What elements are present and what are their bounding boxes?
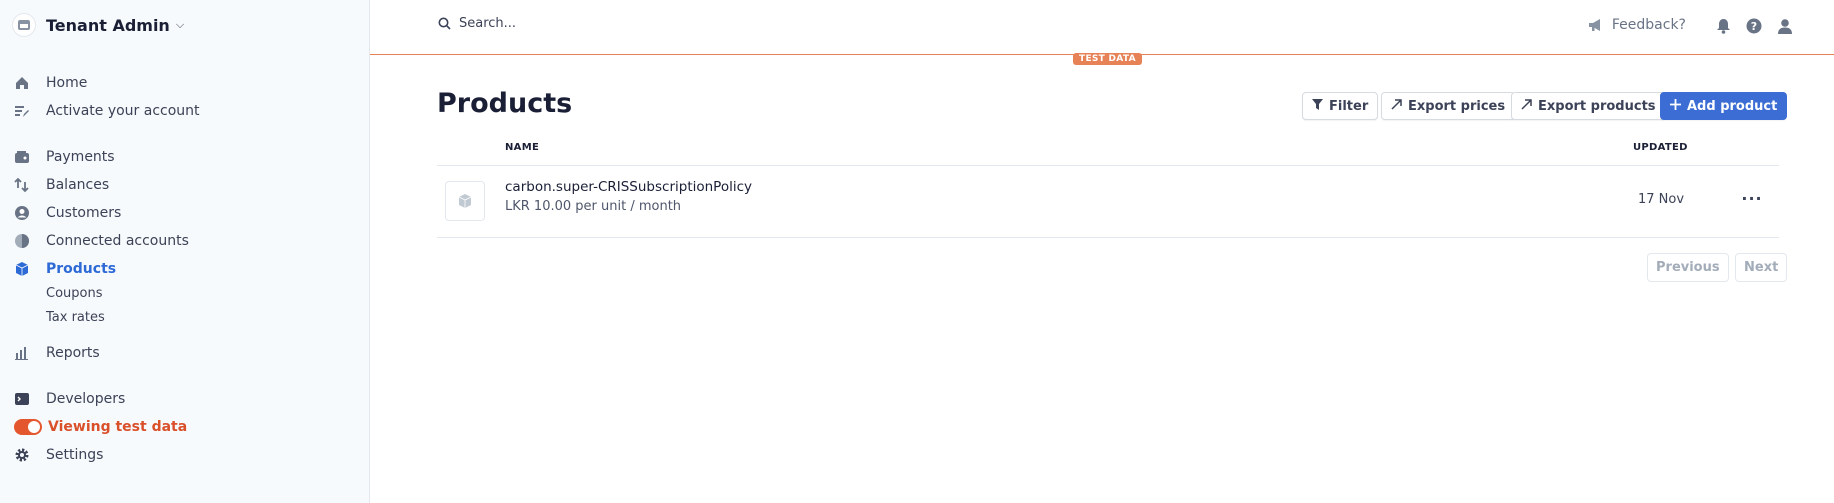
filter-icon: [1312, 99, 1323, 113]
column-header-name[interactable]: NAME: [505, 142, 539, 153]
sidebar-item-coupons[interactable]: Coupons: [46, 286, 103, 301]
top-bar: Feedback? ?: [370, 0, 1834, 55]
product-updated: 17 Nov: [1638, 192, 1685, 207]
sidebar-item-label: Viewing test data: [48, 419, 188, 435]
sidebar-item-label: Connected accounts: [46, 233, 189, 249]
column-header-updated[interactable]: UPDATED: [1633, 142, 1688, 153]
sidebar-item-label: Payments: [46, 149, 115, 165]
sidebar: Tenant Admin ⌵ Home Activate your accoun…: [0, 0, 370, 503]
next-page-button[interactable]: Next: [1735, 253, 1788, 282]
sidebar-item-label: Home: [46, 75, 88, 91]
filter-label: Filter: [1329, 98, 1369, 114]
box-icon: [458, 194, 472, 208]
sidebar-item-label: Settings: [46, 447, 104, 463]
user-profile-icon[interactable]: [1776, 17, 1794, 35]
account-switcher[interactable]: Tenant Admin ⌵: [12, 12, 184, 38]
sidebar-item-products[interactable]: Products: [14, 258, 116, 280]
add-product-label: Add product: [1687, 98, 1778, 114]
arrows-up-down-icon: [14, 177, 30, 193]
toggle-switch-icon: [14, 419, 42, 435]
sidebar-item-label: Products: [46, 261, 117, 277]
table-divider: [437, 237, 1779, 238]
export-prices-button[interactable]: Export prices: [1381, 92, 1516, 120]
sidebar-item-label: Activate your account: [46, 103, 200, 119]
sidebar-item-connected-accounts[interactable]: Connected accounts: [14, 230, 189, 252]
sidebar-item-label: Balances: [46, 177, 110, 193]
table-row[interactable]: carbon.super-CRISSubscriptionPolicy LKR …: [437, 166, 1779, 237]
arrow-up-right-icon: [1521, 99, 1532, 113]
sidebar-item-label: Developers: [46, 391, 126, 407]
notifications-bell-icon[interactable]: [1714, 17, 1732, 35]
sidebar-item-customers[interactable]: Customers: [14, 202, 121, 224]
user-circle-icon: [14, 205, 30, 221]
export-prices-label: Export prices: [1408, 98, 1506, 114]
page-title: Products: [437, 88, 573, 119]
export-products-label: Export products: [1538, 98, 1656, 114]
chevron-down-icon: ⌵: [175, 18, 185, 31]
arrow-up-right-icon: [1391, 99, 1402, 113]
export-products-button[interactable]: Export products: [1511, 92, 1666, 120]
edit-list-icon: [14, 103, 30, 119]
search-box[interactable]: [438, 16, 759, 31]
sidebar-item-home[interactable]: Home: [14, 72, 87, 94]
bar-chart-icon: [14, 345, 30, 361]
globe-icon: [14, 233, 30, 249]
box-icon: [14, 261, 30, 277]
product-image-placeholder: [445, 181, 485, 221]
test-data-badge: TEST DATA: [1073, 53, 1142, 65]
search-icon: [438, 17, 451, 30]
help-icon[interactable]: ?: [1745, 17, 1763, 35]
feedback-button[interactable]: Feedback?: [1588, 17, 1686, 33]
terminal-icon: [14, 391, 30, 407]
previous-page-button[interactable]: Previous: [1647, 253, 1729, 282]
sidebar-item-developers[interactable]: Developers: [14, 388, 125, 410]
gear-icon: [14, 447, 30, 463]
feedback-label: Feedback?: [1611, 17, 1686, 33]
wallet-icon: [14, 149, 30, 165]
home-icon: [14, 75, 30, 91]
megaphone-icon: [1588, 19, 1600, 31]
sidebar-item-balances[interactable]: Balances: [14, 174, 109, 196]
product-name[interactable]: carbon.super-CRISSubscriptionPolicy: [505, 179, 752, 195]
more-actions-icon[interactable]: ···: [1737, 187, 1767, 209]
filter-button[interactable]: Filter: [1302, 92, 1379, 120]
sidebar-item-reports[interactable]: Reports: [14, 342, 100, 364]
account-name: Tenant Admin: [46, 15, 170, 35]
svg-text:?: ?: [1751, 20, 1757, 33]
product-price: LKR 10.00 per unit / month: [505, 199, 682, 214]
test-data-toggle[interactable]: Viewing test data: [14, 416, 187, 438]
add-product-button[interactable]: Add product: [1660, 92, 1788, 120]
sidebar-item-label: Customers: [46, 205, 122, 221]
sidebar-item-payments[interactable]: Payments: [14, 146, 115, 168]
store-icon: [12, 13, 36, 37]
sidebar-item-tax-rates[interactable]: Tax rates: [46, 310, 105, 325]
search-input[interactable]: [459, 16, 759, 31]
plus-icon: [1670, 99, 1681, 113]
sidebar-item-label: Reports: [46, 345, 100, 361]
sidebar-item-settings[interactable]: Settings: [14, 444, 103, 466]
sidebar-item-activate[interactable]: Activate your account: [14, 100, 200, 122]
